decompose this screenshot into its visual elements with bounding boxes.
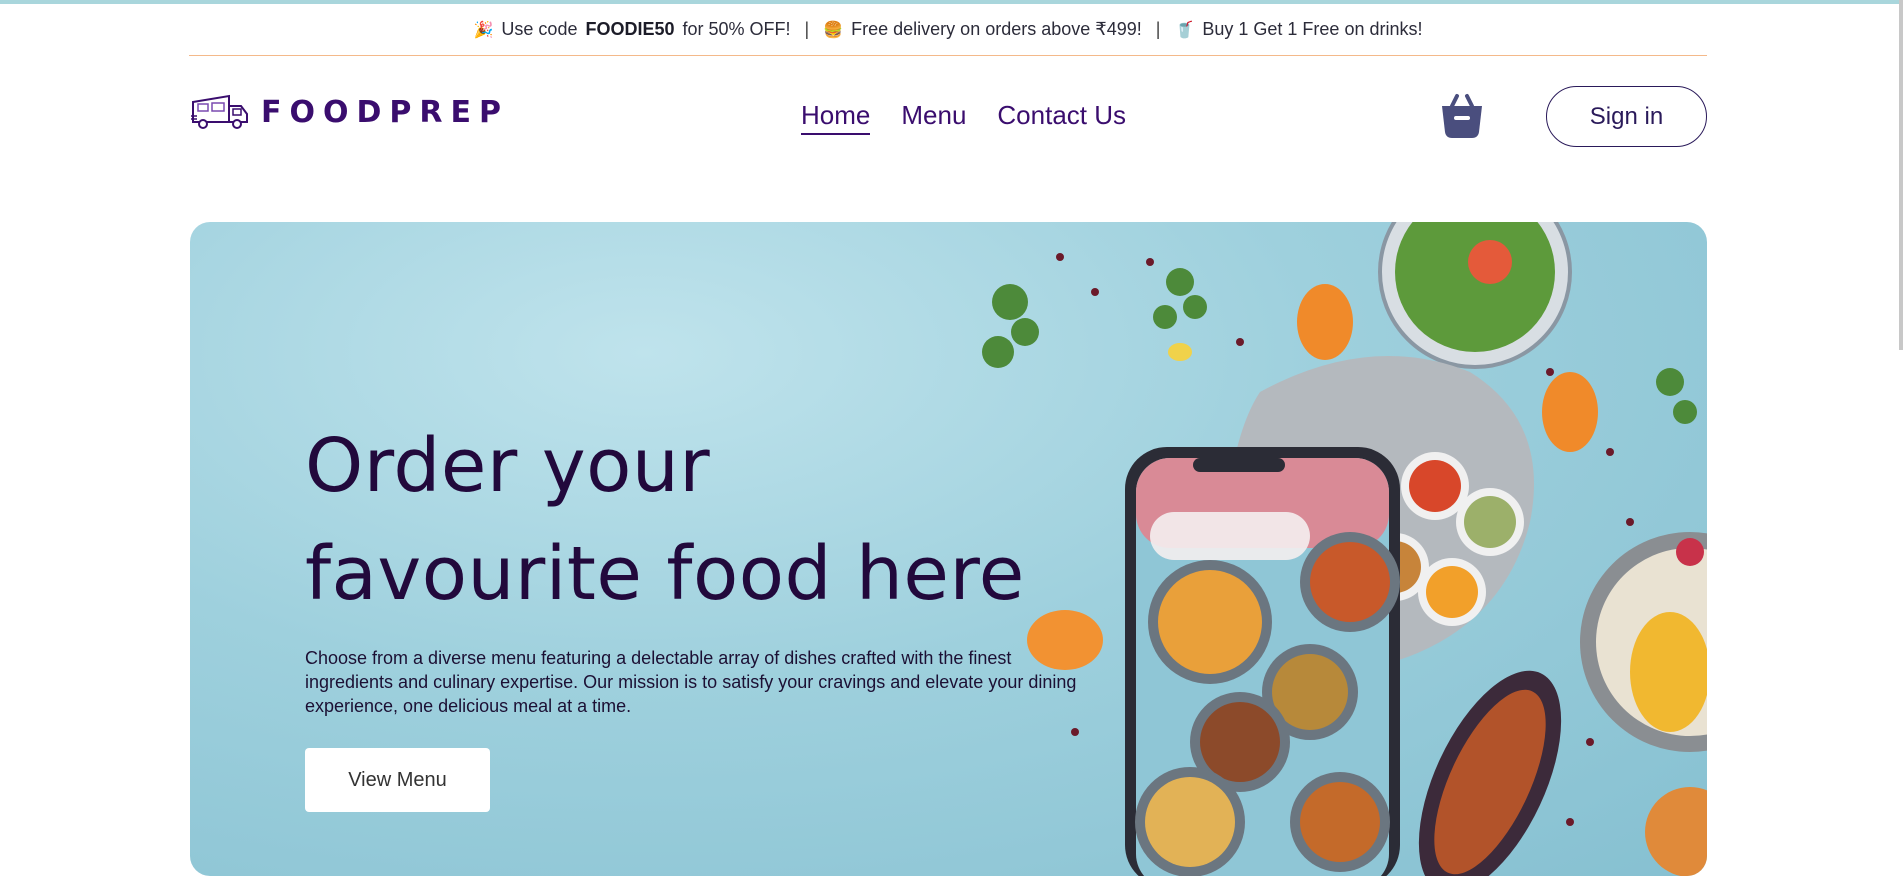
food-truck-icon <box>191 94 248 129</box>
nav-item-menu[interactable]: Menu <box>901 100 966 135</box>
view-menu-button[interactable]: View Menu <box>305 748 490 812</box>
hero-title-line2: favourite food here <box>305 531 1025 617</box>
promo-code: FOODIE50 <box>585 19 675 39</box>
promo-item1-suffix: for 50% OFF! <box>682 19 791 39</box>
hero-description: Choose from a diverse menu featuring a d… <box>305 648 1077 716</box>
brand-name: FOODPREP <box>261 94 509 130</box>
promo-separator: | <box>804 19 810 39</box>
nav-item-home[interactable]: Home <box>801 100 871 135</box>
promo-item-discount: 🎉 Use code FOODIE50 for 50% OFF! <box>474 19 791 40</box>
hero-title: Order your favourite food here <box>305 412 1105 628</box>
site-header: FOODPREP Home Menu Contact Us Sign in <box>189 56 1707 178</box>
promo-item1-prefix: Use code <box>501 19 578 39</box>
party-popper-icon: 🎉 <box>473 20 494 39</box>
nav-item-contact[interactable]: Contact Us <box>997 100 1126 135</box>
hero-banner: Order your favourite food here Choose fr… <box>190 222 1707 876</box>
page-scrollbar[interactable] <box>1899 0 1903 350</box>
shopping-basket-icon <box>1442 94 1482 138</box>
main-nav: Home Menu Contact Us <box>801 100 1126 135</box>
drink-cup-icon: 🥤 <box>1174 20 1195 39</box>
promo-banner: 🎉 Use code FOODIE50 for 50% OFF! | 🍔 Fre… <box>189 4 1707 56</box>
promo-separator: | <box>1155 19 1161 39</box>
sign-in-button[interactable]: Sign in <box>1546 86 1707 147</box>
promo-item-drinks: 🥤 Buy 1 Get 1 Free on drinks! <box>1174 19 1422 40</box>
burger-icon: 🍔 <box>823 20 844 39</box>
promo-item3-text: Buy 1 Get 1 Free on drinks! <box>1202 19 1423 39</box>
promo-item2-text: Free delivery on orders above ₹499! <box>851 19 1142 39</box>
cart-button[interactable] <box>1439 92 1485 140</box>
hero-title-line1: Order your <box>305 423 711 509</box>
promo-item-delivery: 🍔 Free delivery on orders above ₹499! <box>823 19 1142 40</box>
brand-logo[interactable]: FOODPREP <box>189 92 509 132</box>
